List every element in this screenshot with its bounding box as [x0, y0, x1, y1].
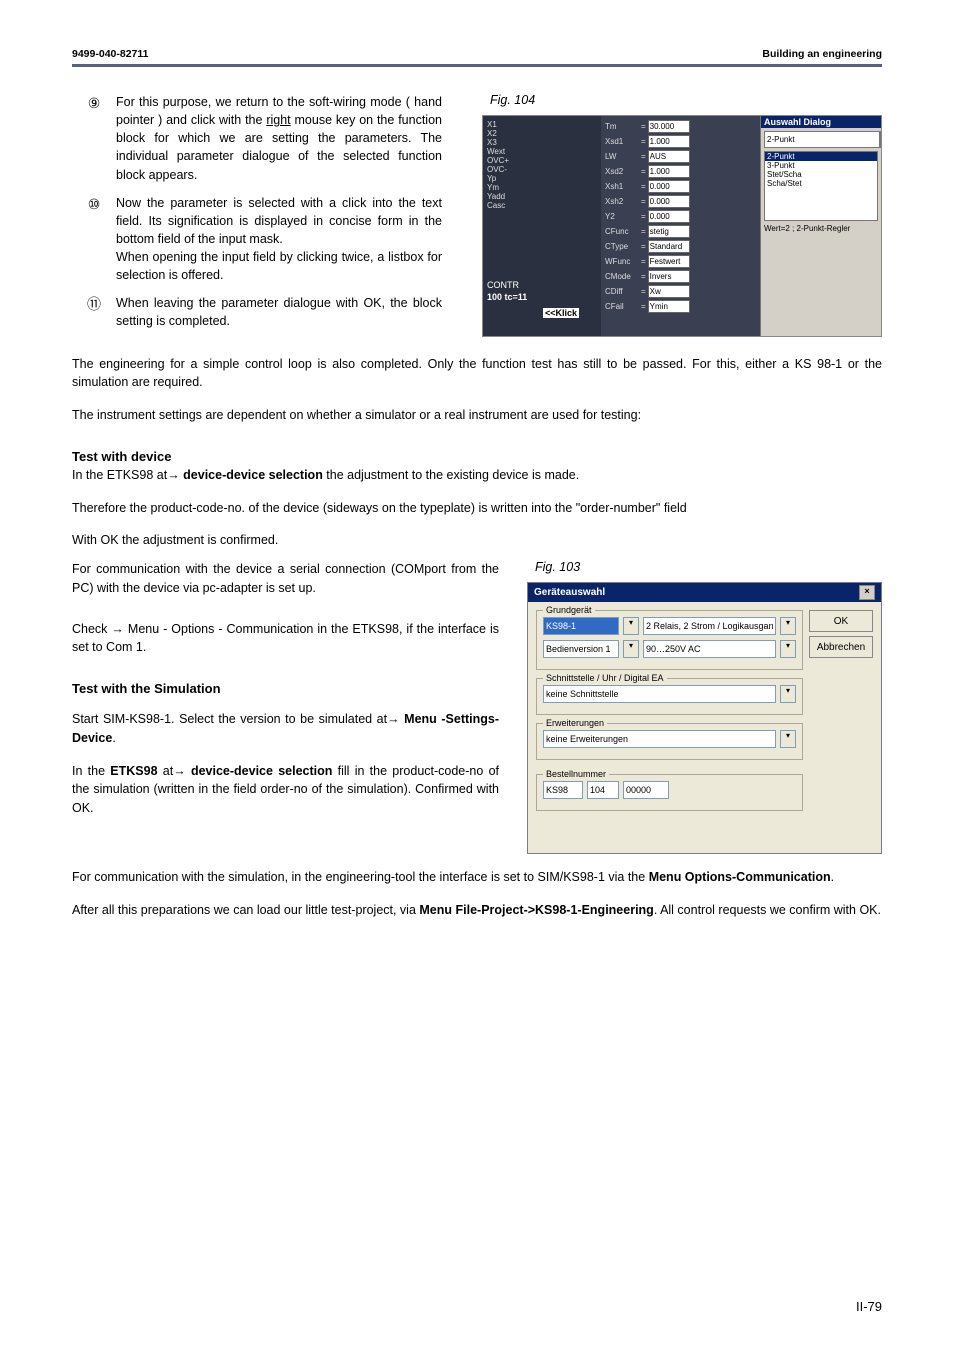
- fig104-left-label: OVC-: [487, 165, 597, 174]
- chevron-down-icon[interactable]: ▾: [780, 617, 796, 635]
- heading-test-sim: Test with the Simulation: [72, 681, 499, 696]
- chevron-down-icon[interactable]: ▾: [623, 640, 639, 658]
- fig104-param-input[interactable]: [648, 180, 690, 193]
- fig103-order-b[interactable]: [587, 781, 619, 799]
- fig104-param-row: CMode=: [605, 270, 690, 283]
- fig104-param-input[interactable]: [648, 150, 690, 163]
- fig104-param-row: Xsh2=: [605, 195, 690, 208]
- fig104-left-label: Ym: [487, 183, 597, 192]
- step-9-underlined: right: [266, 113, 290, 127]
- fig104-param-input[interactable]: [648, 240, 690, 253]
- close-icon[interactable]: ×: [859, 585, 875, 600]
- fig104-left-label: OVC+: [487, 156, 597, 165]
- fig104-param-row: WFunc=: [605, 255, 690, 268]
- header-left: 9499-040-82711: [72, 48, 149, 60]
- chevron-down-icon[interactable]: ▾: [780, 685, 796, 703]
- fig104-param-row: Y2=: [605, 210, 690, 223]
- fig103-group-grundgeraet: Grundgerät ▾ ▾ ▾ ▾: [536, 610, 803, 670]
- fig104-param-input[interactable]: [648, 120, 690, 133]
- fig103-dialog: Geräteauswahl × Grundgerät ▾ ▾: [527, 582, 882, 854]
- fig104-dropdown[interactable]: [764, 131, 880, 148]
- fig104-param-input[interactable]: [648, 225, 690, 238]
- fig104-list-item[interactable]: 3-Punkt: [765, 161, 877, 170]
- t2-line2: In the ETKS98 at→ device-device selectio…: [72, 762, 499, 818]
- fig103-sel-relais[interactable]: [643, 617, 776, 635]
- fig103-order-a[interactable]: [543, 781, 583, 799]
- step-11-num: ⑪: [72, 294, 116, 330]
- fig104-list-item[interactable]: Scha/Stet: [765, 179, 877, 188]
- fig104-param-input[interactable]: [648, 195, 690, 208]
- fig103-order-c[interactable]: [623, 781, 669, 799]
- fig103-title: Geräteauswahl: [534, 587, 605, 598]
- page-number: II-79: [856, 1299, 882, 1314]
- fig104-left-label: X1: [487, 120, 597, 129]
- chevron-down-icon[interactable]: ▾: [780, 640, 796, 658]
- fig104-param-row: CDiff=: [605, 285, 690, 298]
- header-right: Building an engineering: [762, 48, 882, 60]
- fig104-param-input[interactable]: [648, 165, 690, 178]
- fig104-left-label: X2: [487, 129, 597, 138]
- heading-test-device: Test with device: [72, 449, 882, 464]
- fig103-sel-ext[interactable]: [543, 730, 776, 748]
- fig104-left-label: Wext: [487, 147, 597, 156]
- fig104-param-row: Xsd2=: [605, 165, 690, 178]
- fig103-sel-device[interactable]: [543, 617, 619, 635]
- fig104-list-item[interactable]: Stet/Scha: [765, 170, 877, 179]
- fig104-caption: Fig. 104: [490, 93, 882, 107]
- fig104-left-label: Yp: [487, 174, 597, 183]
- t1-line2: Therefore the product-code-no. of the de…: [72, 499, 882, 518]
- fig104-param-row: CType=: [605, 240, 690, 253]
- fig104-dialog-title: Auswahl Dialog: [761, 116, 881, 128]
- chevron-down-icon[interactable]: ▾: [780, 730, 796, 748]
- t1-line4: For communication with the device a seri…: [72, 560, 499, 598]
- fig104-param-row: Xsh1=: [605, 180, 690, 193]
- fig104-param-input[interactable]: [648, 270, 690, 283]
- fig104-left-label: Casc: [487, 201, 597, 210]
- fig104-param-row: Xsd1=: [605, 135, 690, 148]
- fig104-left-label: X3: [487, 138, 597, 147]
- fig104-contr: CONTR: [487, 280, 519, 290]
- cancel-button[interactable]: Abbrechen: [809, 636, 873, 658]
- t1-line5: Check → Menu - Options - Communication i…: [72, 620, 499, 658]
- fig104-status: Wert=2 ; 2-Punkt-Regler: [764, 224, 878, 233]
- step-11-text: When leaving the parameter dialogue with…: [116, 294, 442, 330]
- fig104-param-input[interactable]: [648, 210, 690, 223]
- fig104-param-input[interactable]: [648, 135, 690, 148]
- fig104-param-row: LW=: [605, 150, 690, 163]
- para-eng-complete: The engineering for a simple control loo…: [72, 355, 882, 393]
- fig104-list-item[interactable]: 2-Punkt: [765, 152, 877, 161]
- fig104-param-row: CFunc=: [605, 225, 690, 238]
- fig103-sel-volt[interactable]: [643, 640, 776, 658]
- fig104-param-input[interactable]: [648, 300, 690, 313]
- fig104-image: X1X2X3WextOVC+OVC-YpYmYaddCasc Tm= Xsd1= L…: [482, 115, 882, 337]
- fig103-group-bestellnummer: Bestellnummer: [536, 774, 803, 811]
- fig104-tc: 100 tc=11: [487, 292, 527, 302]
- fig103-sel-interface[interactable]: [543, 685, 776, 703]
- t2-line1: Start SIM-KS98-1. Select the version to …: [72, 710, 499, 748]
- ok-button[interactable]: OK: [809, 610, 873, 632]
- step-10-num: ⑩: [72, 194, 116, 285]
- fig104-param-input[interactable]: [648, 255, 690, 268]
- fig104-listbox[interactable]: 2-Punkt3-PunktStet/SchaScha/Stet: [764, 151, 878, 221]
- step-9-text: For this purpose, we return to the soft-…: [116, 93, 442, 184]
- t1-line3: With OK the adjustment is confirmed.: [72, 531, 882, 550]
- fig103-caption: Fig. 103: [535, 560, 882, 574]
- para-instrument-settings: The instrument settings are dependent on…: [72, 406, 882, 425]
- fig104-param-row: CFail=: [605, 300, 690, 313]
- fig103-group-schnittstelle: Schnittstelle / Uhr / Digital EA ▾: [536, 678, 803, 715]
- t2-line3: For communication with the simulation, i…: [72, 868, 882, 887]
- fig103-sel-bedien[interactable]: [543, 640, 619, 658]
- fig104-left-label: Yadd: [487, 192, 597, 201]
- step-9-num: ⑨: [72, 93, 116, 184]
- header-rule: [72, 64, 882, 67]
- chevron-down-icon[interactable]: ▾: [623, 617, 639, 635]
- fig103-group-erweiterungen: Erweiterungen ▾: [536, 723, 803, 760]
- fig104-param-row: Tm=: [605, 120, 690, 133]
- fig104-klick-label: <<Klick: [543, 308, 579, 318]
- chevron-down-icon[interactable]: ▾: [880, 131, 882, 148]
- step-10-text: Now the parameter is selected with a cli…: [116, 194, 442, 285]
- t2-line4: After all this preparations we can load …: [72, 901, 882, 920]
- t1-line1: In the ETKS98 at→ device-device selectio…: [72, 466, 882, 485]
- fig104-param-input[interactable]: [648, 285, 690, 298]
